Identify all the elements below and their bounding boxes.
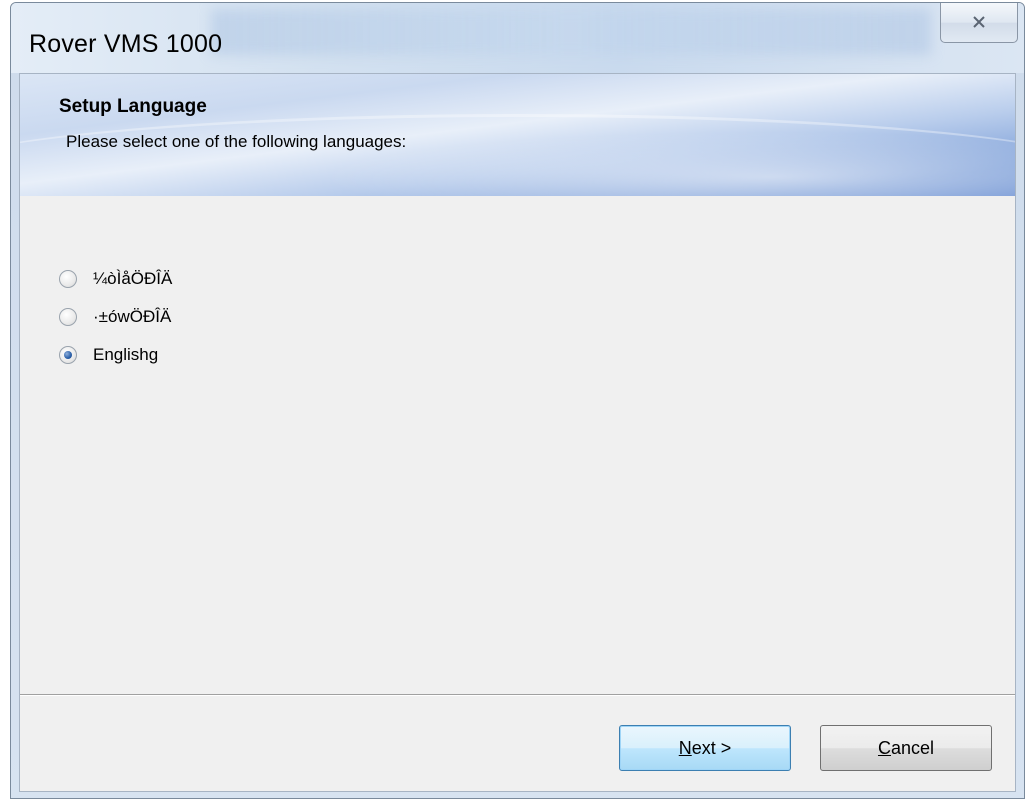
language-label[interactable]: Englishg — [93, 345, 158, 365]
language-label[interactable]: ¼òÌåÖÐÎÄ — [93, 269, 172, 289]
cancel-label: ancel — [890, 737, 935, 758]
next-button[interactable]: Next > — [619, 725, 791, 771]
cancel-button[interactable]: Cancel — [820, 725, 992, 771]
language-radio-group: ¼òÌåÖÐÎÄ ·±ówÖÐÎÄ Englishg — [59, 260, 172, 374]
title-bar-background-blur — [211, 9, 931, 55]
cancel-mnemonic: C — [877, 737, 891, 758]
language-option-traditional-chinese[interactable]: ·±ówÖÐÎÄ — [59, 298, 172, 336]
banner-title: Setup Language — [59, 96, 207, 117]
banner-subtitle: Please select one of the following langu… — [66, 132, 407, 151]
radio-button[interactable] — [59, 308, 77, 326]
close-button[interactable] — [940, 3, 1018, 43]
next-label: ext > — [691, 737, 732, 758]
radio-button-selected[interactable] — [59, 346, 77, 364]
setup-dialog-window: Rover VMS 1000 Setup Language Please sel… — [10, 2, 1025, 799]
dialog-client-area: Setup Language Please select one of the … — [19, 73, 1016, 792]
footer-separator — [20, 694, 1015, 696]
radio-button[interactable] — [59, 270, 77, 288]
next-mnemonic: N — [678, 737, 692, 758]
language-option-english[interactable]: Englishg — [59, 336, 172, 374]
language-option-simplified-chinese[interactable]: ¼òÌåÖÐÎÄ — [59, 260, 172, 298]
window-title: Rover VMS 1000 — [29, 30, 223, 58]
title-bar[interactable]: Rover VMS 1000 — [11, 3, 1024, 73]
header-banner: Setup Language Please select one of the … — [20, 74, 1015, 196]
language-label[interactable]: ·±ówÖÐÎÄ — [93, 307, 171, 327]
close-icon — [971, 11, 987, 35]
